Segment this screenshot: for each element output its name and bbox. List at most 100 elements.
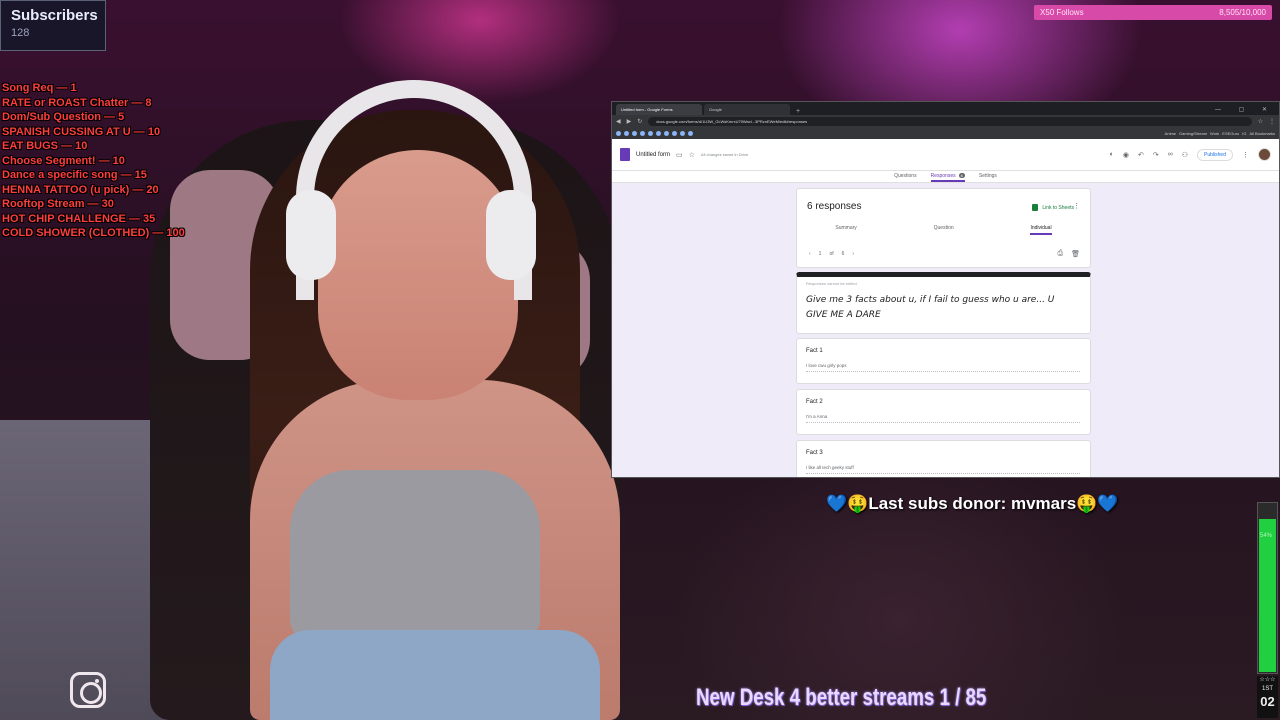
follow-goal-value: 8,505/10,000	[1219, 8, 1266, 17]
subscribers-widget: Subscribers 128	[0, 0, 106, 51]
tab-settings[interactable]: Settings	[979, 171, 997, 182]
level-meter: 54%	[1257, 502, 1278, 674]
menu-item: Rooftop Stream — 30	[2, 198, 114, 210]
bookmark-icon[interactable]	[664, 131, 669, 136]
form-title-card: Responses cannot be edited Give me 3 fac…	[796, 272, 1091, 334]
forward-icon[interactable]: ▶	[627, 118, 632, 125]
more-icon[interactable]: ⋮	[1242, 151, 1249, 159]
link-to-sheets-label: Link to Sheets	[1042, 204, 1074, 211]
rank-widget: ☆☆☆ 1ST 02	[1257, 676, 1278, 718]
all-bookmarks[interactable]: All Bookmarks	[1249, 131, 1275, 136]
delete-icon[interactable]: 🗑	[1071, 250, 1080, 258]
star-icon[interactable]: ☆	[1258, 118, 1263, 125]
tab-responses-label: Responses	[930, 173, 956, 179]
bookmark-folder[interactable]: Anime	[1165, 131, 1176, 136]
menu-item: Dom/Sub Question — 5	[2, 111, 125, 123]
url-field[interactable]: docs.google.com/forms/d/1U3W_GLWsKmrxU79…	[648, 117, 1252, 126]
streamer-top	[290, 470, 540, 640]
link-icon[interactable]: ∞	[1168, 151, 1173, 158]
pager-of: of	[829, 251, 834, 257]
fact-answer: I like all tech geeky stuff	[806, 465, 1080, 474]
current-response[interactable]: 1	[819, 251, 822, 257]
forms-header: Untitled form ▭ ☆ All changes saved in D…	[612, 139, 1279, 171]
menu-item: Song Req — 1	[2, 82, 77, 94]
responses-card: 6 responses Link to Sheets ⋮ Summary Que…	[796, 188, 1091, 268]
bookmark-icon[interactable]	[648, 131, 653, 136]
locked-note: Responses cannot be edited	[806, 281, 857, 286]
instagram-icon	[70, 672, 106, 708]
subscribers-title: Subscribers	[11, 7, 98, 24]
menu-item: HENNA TATTOO (u pick) — 20	[2, 183, 159, 196]
google-forms-logo[interactable]	[620, 148, 630, 161]
bookmark-icon[interactable]	[640, 131, 645, 136]
form-description: Give me 3 facts about u, if I fail to gu…	[806, 295, 1055, 320]
new-tab-button[interactable]: +	[792, 108, 804, 115]
tab-google[interactable]: Google	[704, 104, 790, 115]
tab-responses[interactable]: Responses 6	[930, 171, 965, 182]
rank-stars: ☆☆☆	[1259, 677, 1276, 683]
menu-item: Choose Segment! — 10	[2, 154, 125, 167]
total-responses: 6	[841, 251, 845, 257]
headset-ear-right	[486, 190, 536, 280]
redo-icon[interactable]: ↷	[1153, 151, 1159, 159]
bookmark-folder[interactable]: Gaming/Stream	[1179, 131, 1207, 136]
last-donor-alert: 💙🤑Last subs donor: mvmars🤑💙	[826, 494, 1119, 513]
tab-google-forms[interactable]: Untitled form - Google Forms	[616, 104, 702, 115]
print-icon[interactable]: ⎙	[1058, 250, 1064, 258]
responses-title: 6 responses	[807, 201, 862, 212]
add-collaborator-icon[interactable]: ⚇	[1182, 151, 1188, 159]
menu-item: Dance a specific song — 15	[2, 169, 147, 181]
follow-goal-bar: X50 Follows 8,505/10,000	[1034, 5, 1272, 20]
responses-count-badge: 6	[958, 173, 965, 178]
menu-item: COLD SHOWER (CLOTHED) — 100	[2, 227, 185, 239]
menu-item: SPANISH CUSSING AT U — 10	[2, 125, 161, 138]
responses-canvas: 6 responses Link to Sheets ⋮ Summary Que…	[612, 183, 1279, 477]
response-view-tabs: Summary Question Individual	[797, 225, 1090, 235]
avatar[interactable]	[1258, 148, 1271, 161]
tab-questions[interactable]: Questions	[894, 171, 917, 182]
window-controls[interactable]: — ▢ ✕	[1211, 106, 1279, 115]
fact-answer: I'm a Anna	[806, 414, 1080, 423]
bookmark-icon[interactable]	[624, 131, 629, 136]
next-response-icon[interactable]: ›	[852, 251, 854, 257]
star-icon[interactable]: ☆	[689, 151, 695, 159]
undo-icon[interactable]: ↶	[1138, 151, 1144, 159]
menu-icon[interactable]: ⋮	[1269, 118, 1275, 125]
form-title[interactable]: Untitled form	[636, 152, 670, 158]
bookmark-icon[interactable]	[680, 131, 685, 136]
level-meter-fill	[1259, 519, 1276, 672]
level-meter-label: 54%	[1260, 533, 1273, 539]
bookmark-icon[interactable]	[688, 131, 693, 136]
fact-card: Fact 2 I'm a Anna	[796, 389, 1091, 435]
bookmark-folder[interactable]: Work	[1210, 131, 1219, 136]
bookmark-icon[interactable]	[656, 131, 661, 136]
tab-individual[interactable]: Individual	[1030, 225, 1052, 235]
rank-number: 02	[1260, 694, 1275, 709]
palette-icon[interactable]: ◐	[1110, 151, 1114, 158]
fact-card: Fact 3 I like all tech geeky stuff	[796, 440, 1091, 477]
tab-question[interactable]: Question	[934, 225, 954, 235]
fact-card: Fact 1 I love cwu girly pops	[796, 338, 1091, 384]
menu-item: RATE or ROAST Chatter — 8	[2, 96, 152, 109]
published-button[interactable]: Published	[1197, 148, 1233, 161]
bookmark-icon[interactable]	[632, 131, 637, 136]
saved-status: All changes saved in Drive	[700, 152, 749, 157]
more-icon[interactable]: ⋮	[1073, 202, 1080, 210]
address-bar: ◀ ▶ ↻ docs.google.com/forms/d/1U3W_GLWsK…	[612, 115, 1279, 128]
link-to-sheets-button[interactable]: Link to Sheets	[1032, 204, 1074, 211]
folder-icon[interactable]: ▭	[676, 151, 683, 159]
bookmark-icon[interactable]	[616, 131, 621, 136]
reload-icon[interactable]: ↻	[637, 118, 642, 125]
previous-response-icon[interactable]: ‹	[809, 251, 811, 257]
fact-answer: I love cwu girly pops	[806, 363, 1080, 372]
form-tabs: Questions Responses 6 Settings	[612, 171, 1279, 183]
redeem-menu: Song Req — 1 RATE or ROAST Chatter — 8 D…	[2, 81, 185, 241]
tab-summary[interactable]: Summary	[835, 225, 856, 235]
bookmark-icon[interactable]	[672, 131, 677, 136]
preview-icon[interactable]: ◉	[1123, 151, 1129, 159]
streamer-pants	[270, 630, 600, 720]
tab-strip: Untitled form - Google Forms Google + — …	[612, 102, 1279, 115]
back-icon[interactable]: ◀	[616, 118, 621, 125]
bookmark-folder[interactable]: IG	[1242, 131, 1246, 136]
bookmark-folder[interactable]: ESEGuru	[1222, 131, 1239, 136]
